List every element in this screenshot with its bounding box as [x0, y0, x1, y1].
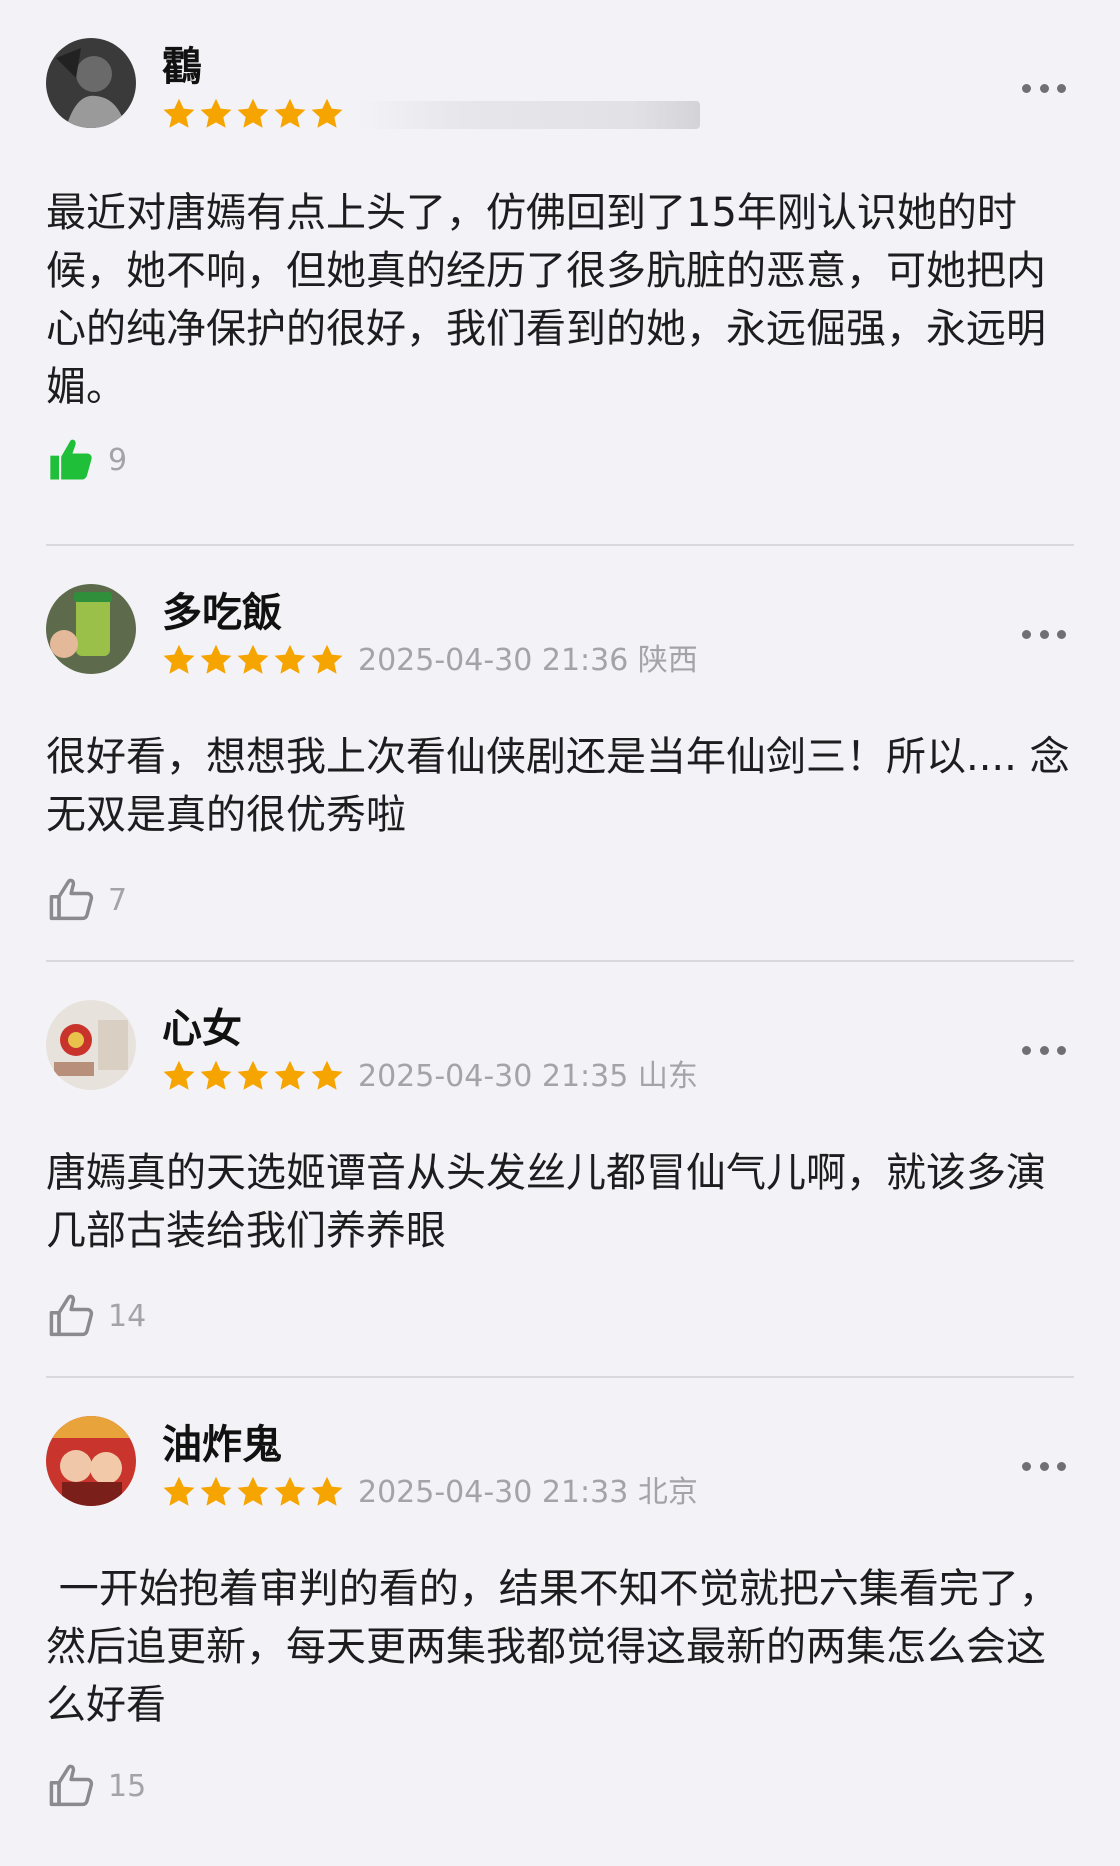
star-icon — [237, 98, 269, 128]
more-dots-icon[interactable] — [1014, 70, 1074, 106]
like-button[interactable]: 7 — [46, 868, 1074, 932]
review-text: 最近对唐嫣有点上头了，仿佛回到了15年刚认识她的时候，她不响，但她真的经历了很多… — [46, 190, 1046, 410]
like-count: 9 — [108, 442, 128, 478]
review-text: 很好看，想想我上次看仙侠剧还是当年仙剑三！所以.... 念无双是真的很优秀啦 — [46, 734, 1070, 838]
review-item: 鸖 最近对唐嫣有点上头了，仿佛回到了15年刚认识她的时候，她不响，但她真的经历了… — [0, 0, 1120, 546]
star-icon — [200, 98, 232, 128]
review-header: 多吃飯 2025-04-30 21:36 陕西 — [0, 546, 1120, 678]
review-item: 多吃飯 2025-04-30 21:36 陕西 很好看，想想我上次看仙侠剧还是当… — [0, 546, 1120, 962]
rating-stars — [161, 96, 345, 132]
blurred-meta — [358, 101, 700, 129]
star-icon — [274, 98, 306, 128]
thumbs-up-icon — [49, 1764, 94, 1807]
username[interactable]: 心女 — [162, 1006, 242, 1052]
review-text: 唐嫣真的天选姬谭音从头发丝儿都冒仙气儿啊，就该多演几部古装给我们养养眼 — [46, 1150, 1046, 1254]
like-button[interactable]: 9 — [46, 428, 1074, 492]
avatar[interactable] — [46, 38, 136, 128]
like-count: 14 — [108, 1298, 147, 1334]
like-button[interactable]: 15 — [46, 1754, 1074, 1818]
star-icon — [163, 98, 195, 128]
review-list: 鸖 最近对唐嫣有点上头了，仿佛回到了15年刚认识她的时候，她不响，但她真的经历了… — [0, 0, 1120, 1818]
review-item: 心女 2025-04-30 21:35 山东 唐嫣真的天选姬谭音从头发丝儿都冒仙… — [0, 962, 1120, 1378]
review-header: 油炸鬼 2025-04-30 21:33 北京 — [0, 1378, 1120, 1510]
like-count: 15 — [108, 1768, 147, 1804]
review-header: 鸖 — [0, 0, 1120, 129]
like-count: 7 — [108, 882, 128, 918]
review-item: 油炸鬼 2025-04-30 21:33 北京 一开始抱着审判的看的，结果不知不… — [0, 1378, 1120, 1818]
thumbs-up-icon — [49, 878, 94, 921]
review-text: 一开始抱着审判的看的，结果不知不觉就把六集看完了，然后追更新，每天更两集我都觉得… — [46, 1566, 1059, 1728]
star-icon — [311, 98, 343, 128]
username[interactable]: 多吃飯 — [162, 590, 282, 636]
thumbs-up-icon — [49, 1294, 94, 1337]
review-header: 心女 2025-04-30 21:35 山东 — [0, 962, 1120, 1094]
username[interactable]: 油炸鬼 — [162, 1422, 282, 1468]
like-button[interactable]: 14 — [46, 1284, 1074, 1348]
username[interactable]: 鸖 — [162, 44, 202, 90]
thumbs-up-icon — [50, 439, 92, 480]
